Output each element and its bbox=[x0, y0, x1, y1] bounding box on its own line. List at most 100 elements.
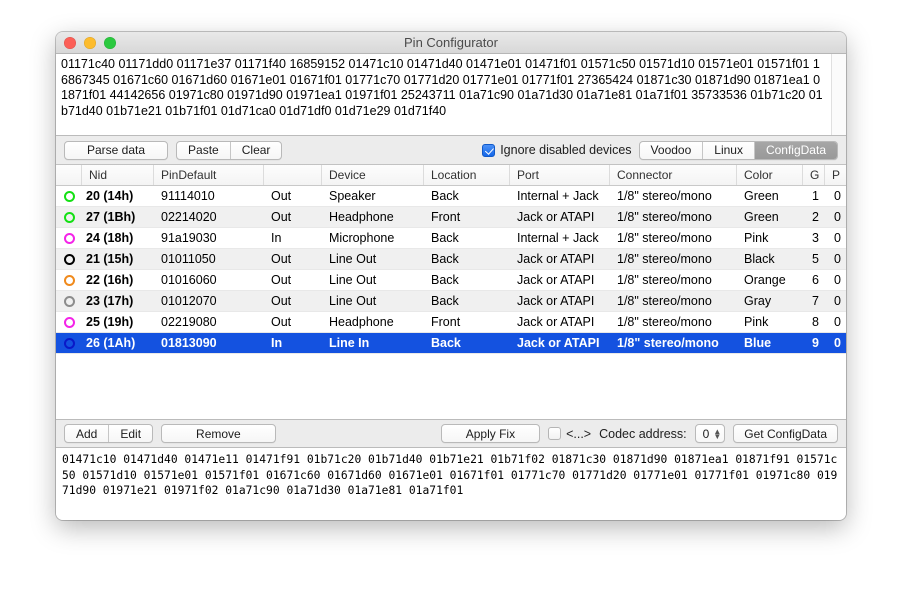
ignore-disabled-devices-row[interactable]: Ignore disabled devices bbox=[482, 143, 632, 157]
column-header-direction[interactable] bbox=[264, 165, 322, 185]
codec-address-value[interactable]: 0 bbox=[703, 427, 710, 441]
cell-pindefault: 01012070 bbox=[161, 294, 217, 308]
column-header-connector[interactable]: Connector bbox=[610, 165, 737, 185]
add-edit-segmented-control: Add Edit bbox=[64, 424, 154, 444]
cell-location: Front bbox=[431, 315, 461, 329]
cell-port: Jack or ATAPI bbox=[517, 252, 595, 266]
column-header-nid[interactable]: Nid bbox=[82, 165, 154, 185]
cell-direction: Out bbox=[271, 294, 292, 308]
cell-device: Microphone bbox=[329, 231, 395, 245]
cell-p: 0 bbox=[834, 231, 841, 245]
paste-button[interactable]: Paste bbox=[177, 141, 231, 159]
table-row[interactable]: 25 (19h) 02219080 Out Headphone Front Jack or… bbox=[56, 312, 846, 333]
fix-option-label: <...> bbox=[566, 426, 592, 441]
cell-nid: 21 (15h) bbox=[86, 252, 134, 266]
ring-shape bbox=[63, 295, 75, 307]
cell-device: Headphone bbox=[329, 315, 394, 329]
cell-g: 6 bbox=[812, 273, 819, 287]
cell-connector: 1/8" stereo/mono bbox=[617, 315, 712, 329]
apply-fix-button[interactable]: Apply Fix bbox=[440, 424, 541, 444]
edit-button[interactable]: Edit bbox=[109, 425, 152, 442]
cell-device: Line Out bbox=[329, 273, 377, 287]
table-body: 20 (14h) 91114010 Out Speaker Back Internal +… bbox=[56, 186, 846, 419]
cell-color: Green bbox=[744, 189, 779, 203]
cell-device: Line Out bbox=[329, 252, 377, 266]
ring-shape bbox=[63, 253, 75, 265]
tab-voodoo[interactable]: Voodoo bbox=[640, 141, 704, 159]
ring-shape bbox=[63, 232, 75, 244]
top-toolbar: Parse data Paste Clear Ignore disabled d… bbox=[56, 136, 846, 164]
cell-device: Headphone bbox=[329, 210, 394, 224]
cell-color: Orange bbox=[744, 273, 786, 287]
column-header-g[interactable]: G bbox=[803, 165, 825, 185]
bottom-hex-text-output[interactable]: 01471c10 01471d40 01471e11 01471f91 01b7… bbox=[56, 448, 846, 520]
table-row[interactable]: 21 (15h) 01011050 Out Line Out Back Jack or A… bbox=[56, 249, 846, 270]
table-row[interactable]: 24 (18h) 91a19030 In Microphone Back Internal… bbox=[56, 228, 846, 249]
get-configdata-button[interactable]: Get ConfigData bbox=[733, 424, 838, 444]
table-row[interactable]: 27 (1Bh) 02214020 Out Headphone Front Jack or… bbox=[56, 207, 846, 228]
top-text-scrollbar[interactable] bbox=[831, 54, 846, 135]
cell-location: Back bbox=[431, 189, 459, 203]
fix-option-checkbox[interactable] bbox=[548, 427, 562, 441]
cell-color: Gray bbox=[744, 294, 772, 308]
parse-data-button[interactable]: Parse data bbox=[64, 140, 169, 160]
column-header-location[interactable]: Location bbox=[424, 165, 510, 185]
cell-location: Back bbox=[431, 252, 459, 266]
top-toolbar-right-group: Ignore disabled devices Voodoo Linux Con… bbox=[482, 140, 838, 160]
cell-g: 2 bbox=[812, 210, 819, 224]
cell-g: 3 bbox=[812, 231, 819, 245]
pin-configurator-window: Pin Configurator 01171c40 01171dd0 01171… bbox=[56, 32, 846, 520]
ring-shape bbox=[63, 211, 75, 223]
column-header-pindefault[interactable]: PinDefault bbox=[154, 165, 264, 185]
cell-color: Green bbox=[744, 210, 779, 224]
cell-port: Jack or ATAPI bbox=[517, 315, 595, 329]
cell-p: 0 bbox=[834, 315, 841, 329]
column-header-p[interactable]: P bbox=[825, 165, 846, 185]
pin-color-ring-icon bbox=[56, 274, 82, 286]
cell-direction: Out bbox=[271, 210, 292, 224]
table-header-row: Nid PinDefault Device Location Port Conn… bbox=[56, 165, 846, 186]
column-header-port[interactable]: Port bbox=[510, 165, 610, 185]
cell-device: Speaker bbox=[329, 189, 376, 203]
cell-nid: 24 (18h) bbox=[86, 231, 134, 245]
cell-direction: Out bbox=[271, 189, 292, 203]
cell-direction: Out bbox=[271, 252, 292, 266]
pin-color-ring-icon bbox=[56, 190, 82, 202]
cell-port: Jack or ATAPI bbox=[517, 273, 595, 287]
cell-nid: 25 (19h) bbox=[86, 315, 134, 329]
cell-connector: 1/8" stereo/mono bbox=[617, 189, 712, 203]
column-header-color[interactable]: Color bbox=[737, 165, 803, 185]
add-button[interactable]: Add bbox=[65, 425, 110, 443]
cell-nid: 22 (16h) bbox=[86, 273, 134, 287]
column-header-device[interactable]: Device bbox=[322, 165, 424, 185]
top-hex-text-input[interactable]: 01171c40 01171dd0 01171e37 01171f40 1685… bbox=[56, 54, 831, 135]
tab-configdata[interactable]: ConfigData bbox=[754, 141, 837, 159]
cell-color: Blue bbox=[744, 336, 772, 350]
cell-color: Black bbox=[744, 252, 775, 266]
cell-p: 0 bbox=[834, 252, 841, 266]
ignore-disabled-devices-checkbox[interactable] bbox=[482, 143, 496, 157]
fix-option-row[interactable]: <...> bbox=[548, 427, 591, 441]
cell-location: Back bbox=[431, 231, 459, 245]
column-header-icon[interactable] bbox=[56, 165, 82, 185]
stepper-arrows-icon[interactable]: ▲ ▼ bbox=[713, 427, 721, 440]
table-body-wrapper: 20 (14h) 91114010 Out Speaker Back Internal +… bbox=[56, 186, 846, 419]
cell-g: 8 bbox=[812, 315, 819, 329]
table-row[interactable]: 26 (1Ah) 01813090 In Line In Back Jack or ATA… bbox=[56, 333, 846, 354]
table-row[interactable]: 22 (16h) 01016060 Out Line Out Back Jack or A… bbox=[56, 270, 846, 291]
bottom-hex-text-area: 01471c10 01471d40 01471e11 01471f91 01b7… bbox=[56, 447, 846, 520]
table-row[interactable]: 20 (14h) 91114010 Out Speaker Back Internal +… bbox=[56, 186, 846, 207]
cell-port: Jack or ATAPI bbox=[517, 336, 600, 350]
cell-location: Back bbox=[431, 336, 461, 350]
remove-button[interactable]: Remove bbox=[161, 424, 276, 444]
cell-p: 0 bbox=[834, 210, 841, 224]
pin-color-ring-icon bbox=[56, 232, 82, 244]
pin-color-ring-icon bbox=[56, 253, 82, 265]
cell-nid: 26 (1Ah) bbox=[86, 336, 136, 350]
codec-address-stepper[interactable]: 0 ▲ ▼ bbox=[694, 424, 726, 444]
tab-linux[interactable]: Linux bbox=[703, 141, 755, 159]
output-format-segmented-control: Voodoo Linux ConfigData bbox=[638, 140, 838, 160]
table-row[interactable]: 23 (17h) 01012070 Out Line Out Back Jack or A… bbox=[56, 291, 846, 312]
clear-button[interactable]: Clear bbox=[231, 142, 282, 159]
cell-p: 0 bbox=[834, 336, 841, 350]
